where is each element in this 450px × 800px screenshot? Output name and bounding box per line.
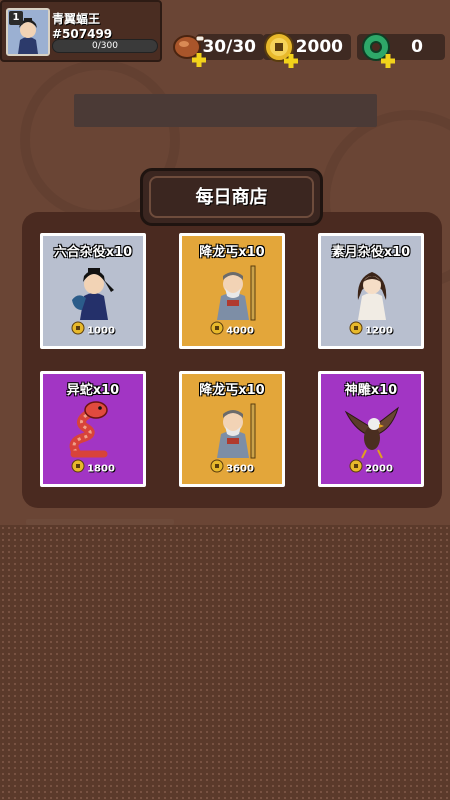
price-value: 4000 [226, 325, 254, 337]
price-tag: 4000 [182, 321, 282, 340]
price-tag: 1000 [43, 321, 143, 340]
background-pattern [0, 525, 450, 800]
beggar-elder-icon [205, 260, 261, 322]
price-tag: 1200 [321, 321, 421, 340]
avatar[interactable]: 1 [6, 8, 50, 56]
coin-icon [349, 321, 363, 340]
price-value: 3600 [226, 463, 254, 475]
xp-bar: 0/300 [52, 39, 158, 53]
player-name: 青翼蝠王#507499 [52, 12, 113, 41]
player-panel[interactable]: 1 青翼蝠王#507499 0/300 [0, 0, 162, 62]
coin-icon [210, 459, 224, 478]
banner-placeholder [74, 94, 377, 127]
beggar-elder-icon [205, 398, 261, 460]
price-tag: 2000 [321, 459, 421, 478]
coin-icon [71, 459, 85, 478]
price-value: 1200 [365, 325, 393, 337]
eagle-icon [344, 398, 400, 460]
coin-value: 2000 [295, 37, 343, 57]
shop-item-card[interactable]: 降龙丐x10 3600 [179, 371, 285, 487]
price-tag: 1800 [43, 459, 143, 478]
shop-item-name: 神雕x10 [344, 383, 398, 398]
shop-item-card[interactable]: 六合杂役x10 1000 [40, 233, 146, 349]
xp-text: 0/300 [92, 41, 118, 51]
price-value: 2000 [365, 463, 393, 475]
snake-icon [66, 398, 122, 460]
coin-icon [210, 321, 224, 340]
meat-icon [170, 30, 208, 74]
shop-item-name: 降龙丐x10 [199, 245, 265, 260]
shop-title-plate: 每日商店 [140, 168, 323, 226]
shop-item-name: 异蛇x10 [66, 383, 120, 398]
coin-icon [349, 459, 363, 478]
player-level-badge: 1 [9, 11, 23, 25]
jade-icon [359, 30, 397, 74]
swordsman-icon [66, 260, 122, 322]
price-value: 1800 [87, 463, 115, 475]
shop-item-name: 六合杂役x10 [53, 245, 133, 260]
price-value: 1000 [87, 325, 115, 337]
maiden-icon [344, 260, 400, 322]
coin-icon [262, 30, 300, 74]
coin-icon [71, 321, 85, 340]
stamina-value: 30/30 [202, 37, 256, 57]
price-tag: 3600 [182, 459, 282, 478]
jade-value: 0 [411, 37, 423, 57]
shop-item-card[interactable]: 降龙丐x10 4000 [179, 233, 285, 349]
shop-item-card[interactable]: 异蛇x10 1800 [40, 371, 146, 487]
shop-title: 每日商店 [149, 176, 314, 218]
bottom-divider [26, 519, 174, 525]
shop-item-name: 素月杂役x10 [331, 245, 411, 260]
shop-item-name: 降龙丐x10 [199, 383, 265, 398]
shop-item-card[interactable]: 神雕x10 2000 [318, 371, 424, 487]
shop-item-card[interactable]: 素月杂役x10 1200 [318, 233, 424, 349]
